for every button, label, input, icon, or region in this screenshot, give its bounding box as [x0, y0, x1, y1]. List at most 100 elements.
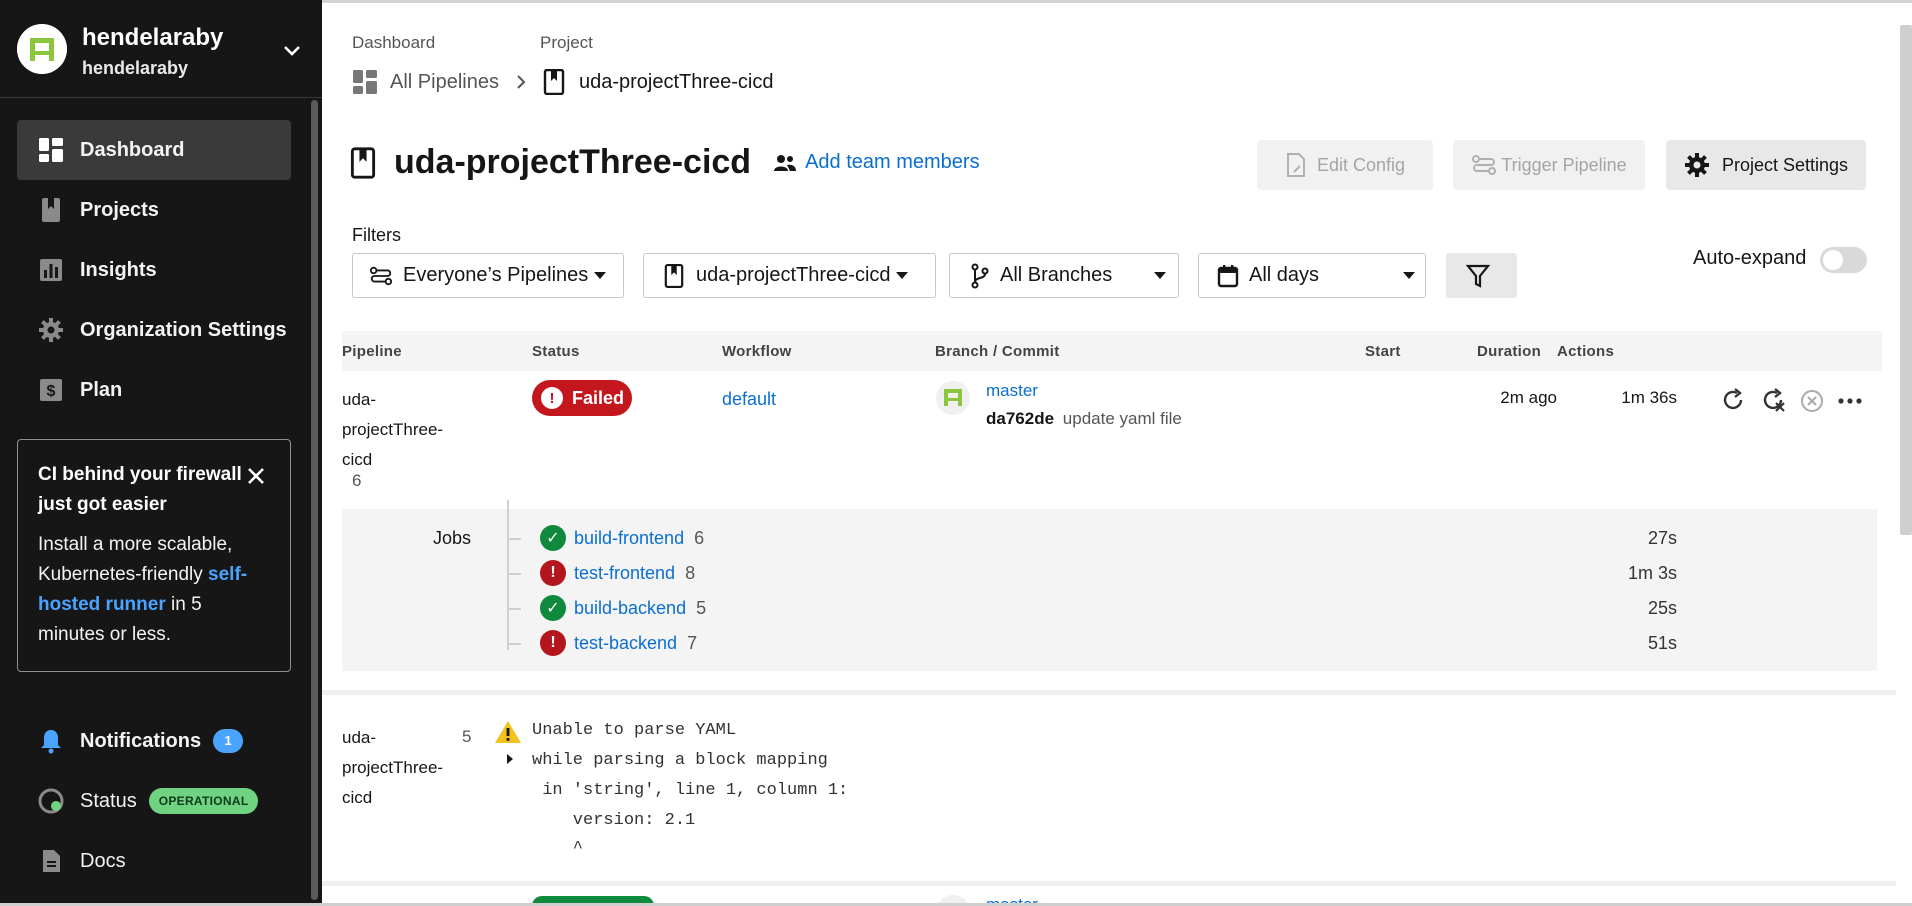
project-bookmark-icon	[664, 263, 684, 288]
failed-icon: !	[541, 387, 563, 409]
advanced-filter-button[interactable]	[1446, 253, 1517, 298]
tree-branch	[509, 643, 521, 645]
sidebar-item-label: Docs	[80, 849, 126, 872]
sidebar-item-dashboard[interactable]: Dashboard	[17, 120, 291, 180]
failed-icon: !	[540, 630, 566, 656]
gear-icon	[1684, 153, 1709, 177]
sidebar: hendelaraby hendelaraby Dashboard Projec…	[0, 0, 322, 906]
trigger-pipeline-button[interactable]: Trigger Pipeline	[1453, 140, 1645, 190]
pipelines-table-header: Pipeline Status Workflow Branch / Commit…	[342, 331, 1882, 371]
circleci-logo-icon	[17, 24, 67, 74]
job-link[interactable]: test-frontend	[574, 563, 675, 584]
job-number: 6	[694, 527, 705, 548]
auto-expand-toggle[interactable]	[1820, 247, 1867, 273]
auto-expand-label: Auto-expand	[1693, 247, 1807, 269]
days-filter-select[interactable]: All days	[1198, 253, 1426, 298]
commit-info: da762de update yaml file	[986, 409, 1182, 429]
pipeline-duration: 1m 36s	[1621, 388, 1677, 407]
pipelines-filter-value: Everyone’s Pipelines	[403, 264, 589, 286]
pipeline-number: 5	[462, 727, 472, 746]
rerun-icon[interactable]	[1719, 386, 1747, 414]
success-icon: ✓	[540, 525, 566, 551]
branches-filter-value: All Branches	[1000, 264, 1113, 286]
pipelines-filter-select[interactable]: Everyone’s Pipelines	[352, 253, 624, 298]
chevron-down-icon[interactable]	[280, 38, 304, 62]
rerun-failed-icon[interactable]	[1759, 386, 1787, 414]
col-workflow: Workflow	[722, 343, 792, 360]
main-scrollbar[interactable]	[1900, 25, 1912, 535]
trigger-pipeline-label: Trigger Pipeline	[1501, 154, 1627, 175]
project-settings-button[interactable]: Project Settings	[1666, 140, 1866, 190]
file-edit-icon	[1286, 153, 1305, 177]
caret-down-icon	[895, 272, 908, 279]
caret-down-icon	[594, 272, 607, 279]
breadcrumb-all-pipelines[interactable]: All Pipelines	[390, 71, 499, 94]
branches-filter-select[interactable]: All Branches	[949, 253, 1179, 298]
sidebar-item-status[interactable]: Status OPERATIONAL	[17, 771, 291, 831]
breadcrumb: All Pipelines uda-projectThree-cicd	[352, 69, 773, 95]
branch-icon	[971, 263, 989, 288]
project-filter-value: uda-projectThree-cicd	[696, 264, 891, 286]
project-settings-label: Project Settings	[1721, 154, 1849, 175]
pipeline-name-line: projectThree-	[342, 758, 444, 777]
insights-icon	[37, 256, 65, 284]
breadcrumb-project-label: Project	[540, 33, 593, 52]
commit-hash[interactable]: da762de	[986, 409, 1054, 428]
job-link[interactable]: build-frontend	[574, 528, 684, 549]
close-icon[interactable]	[246, 466, 266, 486]
yaml-error-line: ^	[532, 839, 584, 858]
bell-icon	[37, 727, 65, 755]
breadcrumb-project[interactable]: uda-projectThree-cicd	[579, 71, 774, 94]
sidebar-item-plan[interactable]: $ Plan	[17, 360, 291, 420]
breadcrumb-dashboard-label: Dashboard	[352, 33, 436, 52]
sidebar-item-projects[interactable]: Projects	[17, 180, 291, 240]
pipeline-name-line: uda-	[342, 390, 377, 409]
sidebar-scrollbar[interactable]	[311, 100, 318, 900]
svg-text:$: $	[47, 383, 56, 400]
projects-icon	[37, 196, 65, 224]
sidebar-item-notifications[interactable]: Notifications 1	[17, 711, 291, 771]
pipeline-name[interactable]: uda- projectThree- cicd	[342, 723, 443, 813]
job-number: 5	[696, 597, 707, 618]
job-link[interactable]: test-backend	[574, 633, 677, 654]
pipeline-icon	[369, 266, 393, 285]
chevron-right-icon	[517, 75, 526, 89]
job-link[interactable]: build-backend	[574, 598, 686, 619]
col-duration: Duration	[1477, 343, 1542, 360]
sidebar-item-insights[interactable]: Insights	[17, 240, 291, 300]
cancel-icon[interactable]	[1799, 388, 1825, 414]
promo-title: CI behind your firewall just got easier	[38, 464, 242, 515]
job-row: ✓ build-backend 5	[540, 595, 706, 621]
failed-icon: !	[540, 560, 566, 586]
sidebar-item-docs[interactable]: Docs	[17, 831, 291, 891]
jobs-label: Jobs	[433, 528, 472, 548]
job-duration: 25s	[1647, 598, 1677, 618]
expand-triangle-icon[interactable]	[504, 753, 516, 765]
promo-card: CI behind your firewall just got easier …	[17, 439, 291, 672]
more-actions-icon[interactable]	[1837, 388, 1863, 414]
pipelines-grid-icon	[353, 70, 377, 94]
caret-down-icon	[1403, 272, 1416, 279]
edit-config-label: Edit Config	[1316, 154, 1406, 175]
add-team-members-link[interactable]: Add team members	[773, 151, 980, 174]
sidebar-item-organization-settings[interactable]: Organization Settings	[17, 300, 291, 360]
yaml-error-line: while parsing a block mapping	[532, 751, 828, 770]
job-duration: 27s	[1647, 528, 1677, 548]
tree-branch	[509, 573, 521, 575]
pipeline-name-line: uda-	[342, 728, 377, 747]
pipeline-name-line: cicd	[342, 788, 373, 807]
yaml-error-line: Unable to parse YAML	[532, 721, 737, 740]
col-pipeline: Pipeline	[342, 343, 402, 360]
job-duration: 1m 3s	[1627, 563, 1677, 583]
pipeline-number: 6	[352, 471, 362, 490]
row-divider	[322, 881, 1896, 886]
calendar-icon	[1217, 264, 1239, 287]
project-filter-select[interactable]: uda-projectThree-cicd	[643, 253, 936, 298]
edit-config-button[interactable]: Edit Config	[1257, 140, 1433, 190]
pipeline-name[interactable]: uda- projectThree- cicd	[342, 385, 443, 475]
warning-icon	[495, 721, 521, 743]
sidebar-item-label: Plan	[80, 378, 123, 401]
branch-link[interactable]: master	[986, 381, 1038, 401]
workflow-link[interactable]: default	[722, 389, 776, 410]
org-switcher[interactable]: hendelaraby hendelaraby	[0, 0, 322, 98]
